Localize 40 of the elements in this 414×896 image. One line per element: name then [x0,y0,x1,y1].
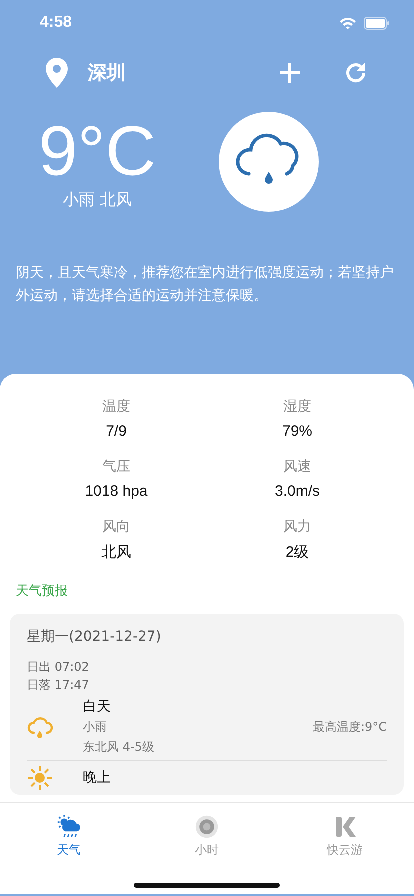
stat-label: 气压 [102,458,130,476]
weather-summary: 小雨 北风 [62,190,132,210]
tab[interactable]: 快云游 [305,815,385,859]
city-name[interactable]: 深圳 [88,60,126,86]
stat-value: 北风 [102,543,132,562]
wifi-icon [339,16,357,30]
refresh-icon[interactable] [344,61,368,85]
period-name: 晚上 [83,769,112,787]
sun-rain-cloud-icon [55,815,83,839]
rain-cloud-icon [27,715,53,739]
stat-label: 温度 [102,398,130,416]
period-weather: 小雨 [83,719,108,736]
stat-value: 3.0m/s [274,483,320,500]
stat-value: 79% [282,423,313,440]
stat-label: 湿度 [284,398,312,416]
section-title: 天气预报 [16,583,68,600]
period-name: 白天 [83,698,112,716]
sunset-time: 日落 17:47 [27,677,90,694]
high-temperature: 最高温度:9°C [312,718,387,736]
forecast-date: 星期一(2021-12-27) [27,628,162,646]
status-time: 4:58 [40,14,72,32]
stat-label: 风向 [102,518,130,536]
period-wind: 东北风 4-5级 [83,739,156,756]
sunrise-time: 日出 07:02 [27,659,90,676]
stat-value: 7/9 [106,423,127,440]
sun-icon [27,765,53,791]
location-pin-icon [46,58,68,88]
logo-icon [333,815,357,839]
add-icon[interactable] [279,62,301,84]
stat-value: 1018 hpa [85,483,148,500]
battery-icon [364,16,390,30]
stat-label: 风力 [284,518,312,536]
stat-value: 2级 [286,543,310,562]
tab[interactable]: 天气 [29,815,109,859]
stat-label: 风速 [284,458,312,476]
advice-text: 阴天，且天气寒冷，推荐您在室内进行低强度运动；若坚持户外运动，请选择合适的运动并注意保暖。 [16,264,395,306]
sunburst-icon [194,815,220,839]
tab[interactable]: 小时 [167,815,247,859]
rain-cloud-icon [219,112,319,212]
temperature: 9°C [38,114,156,188]
